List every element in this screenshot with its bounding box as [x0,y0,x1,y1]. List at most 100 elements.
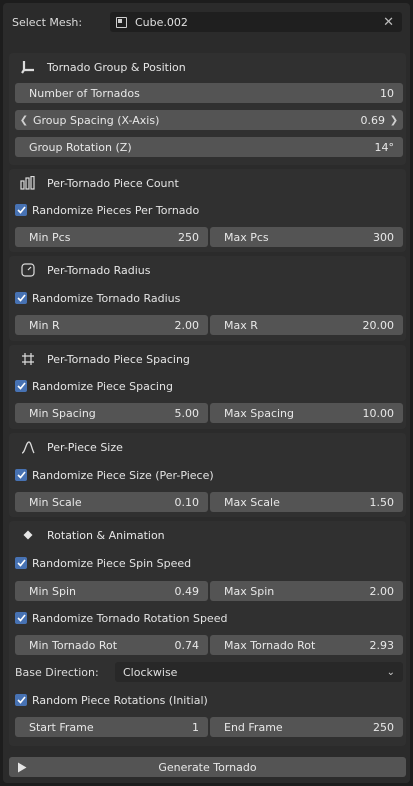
end-frame-label: End Frame [224,720,283,734]
checkmark-icon [15,380,27,392]
min-spin-field[interactable]: Min Spin 0.49 [15,581,208,601]
max-scale-field[interactable]: Max Scale 1.50 [210,492,403,512]
rotation-animation-header[interactable]: Rotation & Animation [9,521,406,549]
min-spacing-field[interactable]: Min Spacing 5.00 [15,403,208,423]
group-rotation-label: Group Rotation (Z) [29,140,132,154]
spacing-grid-icon [19,352,37,366]
min-spin-label: Min Spin [29,584,77,598]
min-scale-field[interactable]: Min Scale 0.10 [15,492,208,512]
min-pcs-field[interactable]: Min Pcs 250 [15,227,208,247]
max-spacing-label: Max Spacing [224,406,295,420]
diamond-icon [19,528,37,542]
randomize-tornado-rotation-label: Randomize Tornado Rotation Speed [32,611,228,625]
random-piece-rotations-checkbox[interactable]: Random Piece Rotations (Initial) [15,691,208,709]
spacing-header[interactable]: Per-Tornado Piece Spacing [9,345,406,373]
checkmark-icon [15,204,27,216]
randomize-radius-label: Randomize Tornado Radius [32,291,181,305]
spacing-range: Min Spacing 5.00 Max Spacing 10.00 [15,403,403,423]
checkmark-icon [15,469,27,481]
max-pcs-label: Max Pcs [224,230,269,244]
spacing-title: Per-Tornado Piece Spacing [47,352,190,366]
randomize-radius-checkbox[interactable]: Randomize Tornado Radius [15,289,180,307]
group-rotation-field[interactable]: Group Rotation (Z) 14° [15,137,403,157]
piece-size-header[interactable]: Per-Piece Size [9,433,406,461]
group-spacing-value: 0.69 [360,113,386,127]
end-frame-value: 250 [373,720,394,734]
increment-arrow-icon[interactable]: ❯ [389,115,399,126]
max-scale-label: Max Scale [224,495,280,509]
mesh-cube-icon [116,16,127,28]
max-tornado-rot-label: Max Tornado Rot [224,638,316,652]
end-frame-field[interactable]: End Frame 250 [210,717,403,737]
min-scale-label: Min Scale [29,495,82,509]
radius-title: Per-Tornado Radius [47,263,151,277]
piece-count-header[interactable]: Per-Tornado Piece Count [9,169,406,197]
group-spacing-label: Group Spacing (X-Axis) [33,113,160,127]
group-position-title: Tornado Group & Position [47,60,186,74]
base-direction-value: Clockwise [123,665,178,679]
clear-x-icon[interactable]: ✕ [383,15,394,30]
number-of-tornados-value: 10 [380,86,394,100]
max-scale-value: 1.50 [369,495,395,509]
base-direction-row: Base Direction: Clockwise ⌄ [15,662,403,682]
randomize-tornado-rotation-checkbox[interactable]: Randomize Tornado Rotation Speed [15,609,227,627]
min-scale-value: 0.10 [174,495,200,509]
group-position-header[interactable]: Tornado Group & Position [9,53,406,81]
number-of-tornados-label: Number of Tornados [29,86,140,100]
piece-count-title: Per-Tornado Piece Count [47,176,179,190]
tornado-rot-range: Min Tornado Rot 0.74 Max Tornado Rot 2.9… [15,635,403,655]
randomize-pieces-label: Randomize Pieces Per Tornado [32,203,200,217]
randomize-spacing-checkbox[interactable]: Randomize Piece Spacing [15,377,173,395]
base-direction-label: Base Direction: [15,665,99,679]
min-spin-value: 0.49 [174,584,200,598]
base-direction-dropdown[interactable]: Clockwise ⌄ [115,662,403,682]
start-frame-field[interactable]: Start Frame 1 [15,717,208,737]
radius-header[interactable]: Per-Tornado Radius [9,256,406,284]
decrement-arrow-icon[interactable]: ❮ [19,115,29,126]
max-r-value: 20.00 [362,318,395,332]
select-mesh-row: Select Mesh: Cube.002 ✕ [12,12,402,32]
max-spin-field[interactable]: Max Spin 2.00 [210,581,403,601]
checkmark-icon [15,694,27,706]
max-spacing-field[interactable]: Max Spacing 10.00 [210,403,403,423]
max-spacing-value: 10.00 [362,406,395,420]
randomize-spin-label: Randomize Piece Spin Speed [32,556,192,570]
max-pcs-field[interactable]: Max Pcs 300 [210,227,403,247]
max-spin-value: 2.00 [369,584,395,598]
play-icon [17,762,27,776]
random-piece-rotations-label: Random Piece Rotations (Initial) [32,693,208,707]
max-tornado-rot-value: 2.93 [369,638,395,652]
mesh-selector-field[interactable]: Cube.002 ✕ [110,12,402,32]
max-tornado-rot-field[interactable]: Max Tornado Rot 2.93 [210,635,403,655]
radius-icon [19,263,37,277]
min-tornado-rot-field[interactable]: Min Tornado Rot 0.74 [15,635,208,655]
group-spacing-field[interactable]: ❮ Group Spacing (X-Axis) 0.69 ❯ [15,110,403,130]
max-r-label: Max R [224,318,258,332]
min-tornado-rot-label: Min Tornado Rot [29,638,118,652]
mesh-selector-value: Cube.002 [135,15,188,29]
checkmark-icon [15,292,27,304]
randomize-size-label: Randomize Piece Size (Per-Piece) [32,468,214,482]
start-frame-value: 1 [192,720,199,734]
min-tornado-rot-value: 0.74 [174,638,200,652]
generate-tornado-label: Generate Tornado [158,760,257,774]
frame-range: Start Frame 1 End Frame 250 [15,717,403,737]
randomize-spacing-label: Randomize Piece Spacing [32,379,173,393]
spin-range: Min Spin 0.49 Max Spin 2.00 [15,581,403,601]
min-r-field[interactable]: Min R 2.00 [15,315,208,335]
number-of-tornados-field[interactable]: Number of Tornados 10 [15,83,403,103]
randomize-size-checkbox[interactable]: Randomize Piece Size (Per-Piece) [15,466,214,484]
min-spacing-value: 5.00 [174,406,200,420]
piece-count-range: Min Pcs 250 Max Pcs 300 [15,227,403,247]
max-pcs-value: 300 [373,230,394,244]
randomize-pieces-checkbox[interactable]: Randomize Pieces Per Tornado [15,201,199,219]
min-r-value: 2.00 [174,318,200,332]
checkmark-icon [15,612,27,624]
randomize-spin-checkbox[interactable]: Randomize Piece Spin Speed [15,554,191,572]
curve-icon [19,440,37,454]
max-r-field[interactable]: Max R 20.00 [210,315,403,335]
generate-tornado-button[interactable]: Generate Tornado [9,757,406,777]
size-range: Min Scale 0.10 Max Scale 1.50 [15,492,403,512]
chevron-down-icon: ⌄ [386,666,395,678]
select-mesh-label: Select Mesh: [12,15,83,29]
